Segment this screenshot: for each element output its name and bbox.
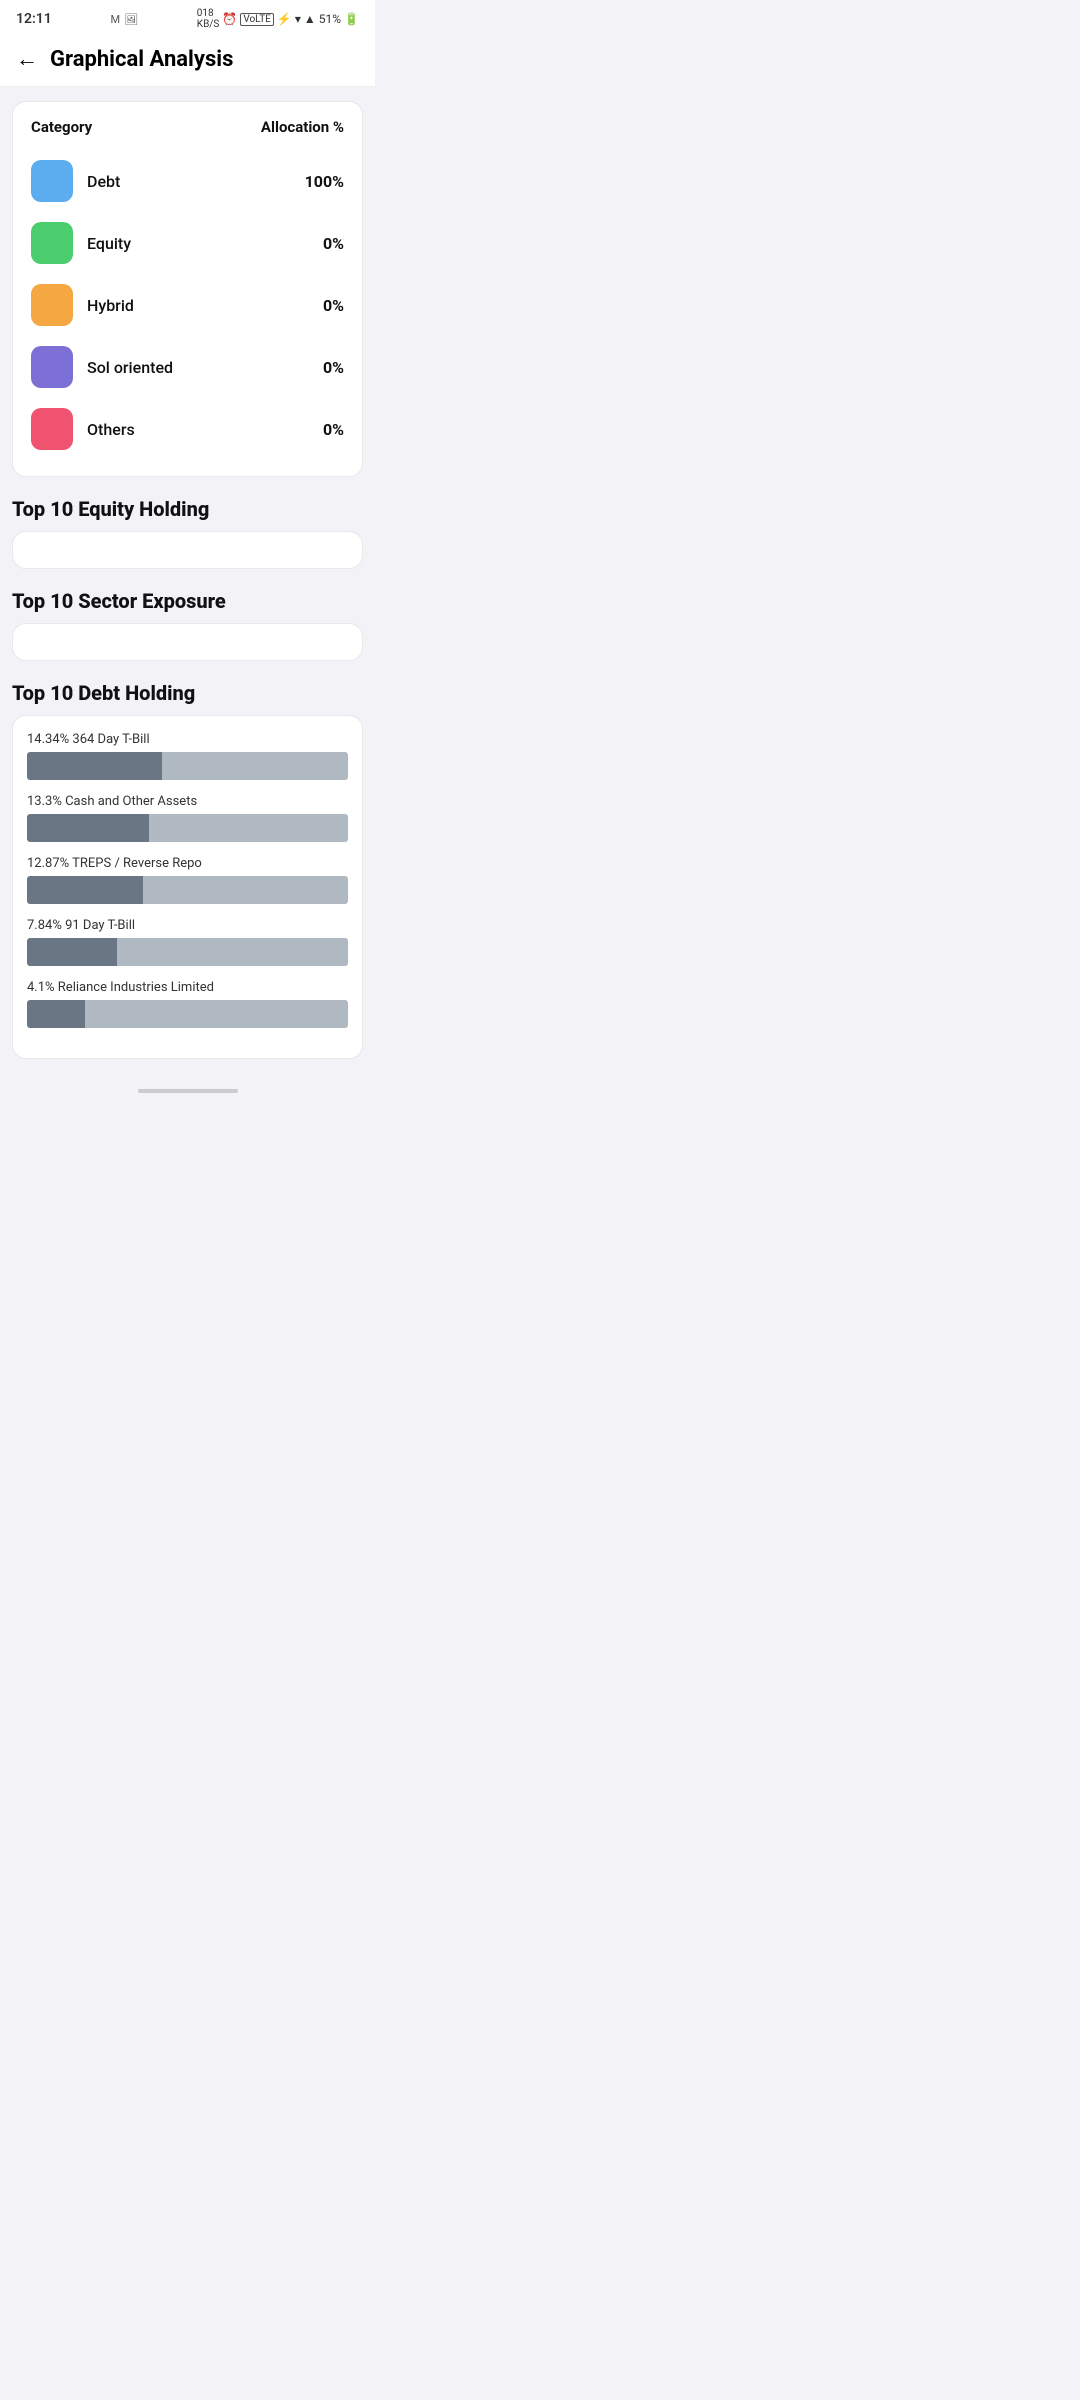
- debt-bar-list: 14.34% 364 Day T-Bill 13.3% Cash and Oth…: [27, 732, 348, 1028]
- debt-bar-track-3: [27, 938, 348, 966]
- debt-bar-item: 7.84% 91 Day T-Bill: [27, 918, 348, 966]
- debt-bar-track-2: [27, 876, 348, 904]
- page-title: Graphical Analysis: [50, 47, 233, 72]
- debt-bar-fill-3: [27, 938, 117, 966]
- allocation-column-label: Allocation %: [261, 118, 344, 136]
- battery-icon: 🔋: [344, 12, 359, 26]
- debt-bar-item: 12.87% TREPS / Reverse Repo: [27, 856, 348, 904]
- category-name-2: Hybrid: [87, 296, 134, 315]
- allocation-value-0: 100%: [305, 172, 344, 191]
- status-bar: 12:11 M 🖼 018KB/S ⏰ VoLTE ⚡ ▾ ▲ 51% 🔋: [0, 0, 375, 34]
- category-row: Equity 0%: [31, 212, 344, 274]
- category-left-4: Others: [31, 408, 135, 450]
- scroll-indicator: [12, 1079, 363, 1099]
- bluetooth-icon: ⚡: [277, 12, 292, 26]
- category-table-header: Category Allocation %: [31, 118, 344, 136]
- status-right: 018KB/S ⏰ VoLTE ⚡ ▾ ▲ 51% 🔋: [197, 8, 359, 30]
- category-name-3: Sol oriented: [87, 358, 173, 377]
- network-speed-icon: 018KB/S: [197, 8, 220, 30]
- color-swatch-4: [31, 408, 73, 450]
- color-swatch-3: [31, 346, 73, 388]
- allocation-value-4: 0%: [323, 420, 344, 439]
- category-name-0: Debt: [87, 172, 120, 191]
- signal-icon: ▲: [304, 12, 316, 26]
- category-left-3: Sol oriented: [31, 346, 173, 388]
- debt-bar-label-4: 4.1% Reliance Industries Limited: [27, 980, 348, 995]
- debt-bar-item: 13.3% Cash and Other Assets: [27, 794, 348, 842]
- gmail-icon: M: [111, 13, 121, 26]
- category-left-2: Hybrid: [31, 284, 134, 326]
- status-icons: M 🖼: [111, 13, 139, 26]
- debt-bar-track-4: [27, 1000, 348, 1028]
- top-equity-card: [12, 531, 363, 569]
- category-name-4: Others: [87, 420, 135, 439]
- debt-bar-label-3: 7.84% 91 Day T-Bill: [27, 918, 348, 933]
- color-swatch-0: [31, 160, 73, 202]
- top-debt-card: 14.34% 364 Day T-Bill 13.3% Cash and Oth…: [12, 715, 363, 1059]
- allocation-value-1: 0%: [323, 234, 344, 253]
- page-header: ← Graphical Analysis: [0, 34, 375, 87]
- wifi-icon: ▾: [295, 12, 301, 26]
- category-left-0: Debt: [31, 160, 120, 202]
- debt-bar-item: 14.34% 364 Day T-Bill: [27, 732, 348, 780]
- debt-bar-label-0: 14.34% 364 Day T-Bill: [27, 732, 348, 747]
- top-debt-title: Top 10 Debt Holding: [12, 681, 363, 705]
- debt-bar-track-0: [27, 752, 348, 780]
- scroll-pill: [138, 1089, 238, 1093]
- category-rows: Debt 100% Equity 0% Hybrid 0% Sol orient…: [31, 150, 344, 460]
- gallery-icon: 🖼: [124, 13, 138, 26]
- debt-bar-fill-4: [27, 1000, 85, 1028]
- main-content: Category Allocation % Debt 100% Equity 0…: [0, 87, 375, 1113]
- debt-bar-label-1: 13.3% Cash and Other Assets: [27, 794, 348, 809]
- back-button[interactable]: ←: [16, 46, 38, 72]
- debt-bar-label-2: 12.87% TREPS / Reverse Repo: [27, 856, 348, 871]
- alarm-icon: ⏰: [222, 12, 237, 26]
- top-sector-card: [12, 623, 363, 661]
- status-time: 12:11: [16, 11, 52, 27]
- category-row: Debt 100%: [31, 150, 344, 212]
- debt-bar-item: 4.1% Reliance Industries Limited: [27, 980, 348, 1028]
- category-row: Hybrid 0%: [31, 274, 344, 336]
- debt-bar-fill-2: [27, 876, 143, 904]
- debt-bar-fill-1: [27, 814, 149, 842]
- category-left-1: Equity: [31, 222, 131, 264]
- color-swatch-1: [31, 222, 73, 264]
- debt-bar-fill-0: [27, 752, 162, 780]
- category-allocation-card: Category Allocation % Debt 100% Equity 0…: [12, 101, 363, 477]
- allocation-value-2: 0%: [323, 296, 344, 315]
- category-name-1: Equity: [87, 234, 131, 253]
- debt-bar-track-1: [27, 814, 348, 842]
- category-row: Others 0%: [31, 398, 344, 460]
- color-swatch-2: [31, 284, 73, 326]
- category-row: Sol oriented 0%: [31, 336, 344, 398]
- battery-percent: 51%: [319, 12, 341, 26]
- category-column-label: Category: [31, 118, 92, 136]
- top-sector-title: Top 10 Sector Exposure: [12, 589, 363, 613]
- allocation-value-3: 0%: [323, 358, 344, 377]
- volte-icon: VoLTE: [240, 13, 274, 26]
- top-equity-title: Top 10 Equity Holding: [12, 497, 363, 521]
